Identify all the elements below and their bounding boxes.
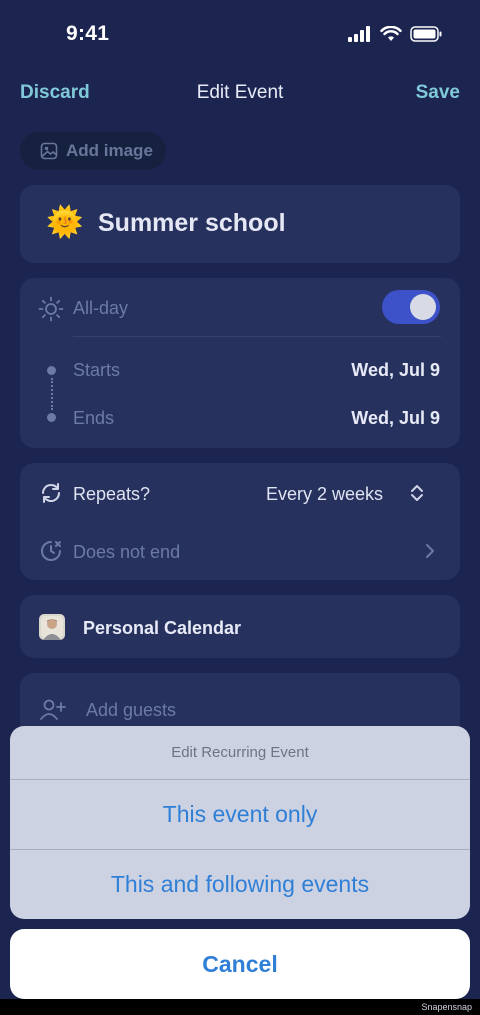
- add-person-icon: [40, 699, 66, 720]
- add-image-button[interactable]: Add image: [20, 132, 166, 170]
- discard-button[interactable]: Discard: [20, 82, 90, 104]
- image-icon: [40, 142, 58, 160]
- this-event-only-button[interactable]: This event only: [10, 780, 470, 849]
- repeat-icon: [41, 483, 61, 503]
- calendar-label: Personal Calendar: [83, 618, 242, 638]
- battery-icon: [410, 26, 442, 42]
- repeat-frequency-select[interactable]: Every 2 weeks: [266, 484, 383, 505]
- add-image-label: Add image: [66, 141, 153, 160]
- event-title-card[interactable]: 🌞 Summer school: [20, 185, 460, 263]
- status-time: 9:41: [66, 22, 110, 45]
- chevron-right-icon[interactable]: [424, 543, 436, 559]
- action-sheet-title: Edit Recurring Event: [10, 726, 470, 780]
- does-not-end-label[interactable]: Does not end: [73, 542, 180, 563]
- end-dot: [47, 413, 56, 422]
- allday-label: All-day: [73, 298, 129, 318]
- toggle-knob: [410, 294, 436, 320]
- calendar-card[interactable]: Personal Calendar: [20, 595, 460, 658]
- divider: [73, 336, 441, 337]
- wifi-icon: [380, 26, 402, 41]
- chevron-updown-icon[interactable]: [410, 483, 424, 503]
- save-button[interactable]: Save: [416, 82, 460, 104]
- starts-date[interactable]: Wed, Jul 9: [351, 360, 440, 381]
- event-title-field[interactable]: Summer school: [98, 209, 286, 238]
- avatar: [39, 614, 65, 640]
- ends-label: Ends: [73, 408, 115, 428]
- start-dot: [47, 366, 56, 375]
- repeat-card: Repeats? Every 2 weeks Does not end: [20, 463, 460, 580]
- sun-icon: [38, 296, 64, 322]
- status-icons: [348, 26, 442, 42]
- this-and-following-button[interactable]: This and following events: [10, 849, 470, 919]
- timeline-connector: [51, 378, 53, 410]
- event-emoji[interactable]: 🌞: [46, 205, 83, 241]
- timer-icon: [41, 541, 61, 561]
- cancel-button[interactable]: Cancel: [10, 929, 470, 999]
- repeats-label: Repeats?: [73, 484, 151, 504]
- bottom-strip: [0, 999, 480, 1015]
- starts-label: Starts: [73, 360, 121, 380]
- action-sheet: Edit Recurring Event This event only Thi…: [10, 726, 470, 919]
- ends-date[interactable]: Wed, Jul 9: [351, 408, 440, 429]
- allday-toggle[interactable]: [382, 290, 440, 324]
- add-guests-label: Add guests: [86, 700, 177, 720]
- watermark: Snapensnap: [421, 1002, 472, 1012]
- signal-icon: [348, 26, 370, 42]
